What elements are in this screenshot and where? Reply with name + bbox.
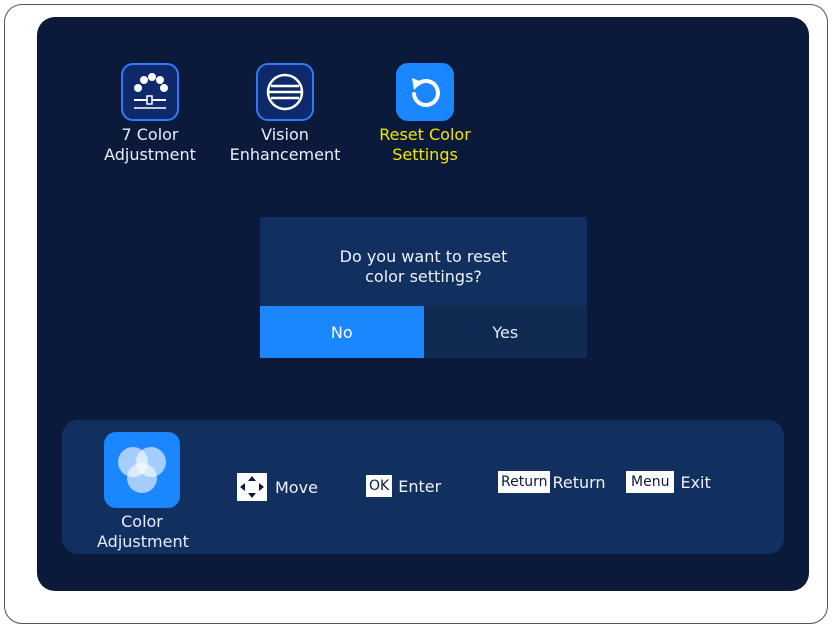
dialog-buttons: No Yes [260, 306, 587, 358]
lines-circle-icon [256, 63, 314, 121]
color-overlap-icon [104, 432, 180, 508]
enter-label: Enter [398, 476, 442, 496]
hint-exit: Menu Exit [626, 471, 711, 493]
hint-move: Move [237, 473, 318, 501]
reset-icon [396, 63, 454, 121]
menu-item-vision-enhancement[interactable]: Vision Enhancement [225, 63, 345, 165]
no-button[interactable]: No [260, 306, 424, 358]
category-label: Color Adjustment [97, 512, 189, 551]
menu-item-7-color-adjustment[interactable]: 7 Color Adjustment [95, 63, 205, 165]
color-slider-icon [121, 63, 179, 121]
menu-item-label: 7 Color Adjustment [104, 125, 196, 164]
category-color-adjustment: Color Adjustment [97, 432, 189, 552]
arrows-icon [237, 473, 267, 501]
reset-confirm-dialog: Do you want to reset color settings? No … [260, 217, 587, 358]
move-label: Move [275, 477, 318, 497]
return-label: Return [552, 472, 606, 492]
ok-key: OK [366, 475, 393, 497]
return-key: Return [498, 471, 551, 493]
menu-item-label: Reset Color Settings [379, 125, 471, 164]
hint-return: Return Return [498, 471, 606, 493]
exit-label: Exit [680, 472, 711, 492]
yes-button[interactable]: Yes [423, 306, 587, 358]
dialog-message: Do you want to reset color settings? [339, 247, 508, 286]
menu-item-label: Vision Enhancement [229, 125, 341, 164]
osd-screen: 7 Color Adjustment Vision Enhancement Re… [37, 17, 809, 591]
hint-enter: OK Enter [366, 475, 441, 497]
menu-item-reset-color-settings[interactable]: Reset Color Settings [368, 63, 482, 165]
menu-key: Menu [626, 471, 675, 493]
bottom-bar: Color Adjustment Move OK Enter Return Re… [62, 420, 784, 554]
